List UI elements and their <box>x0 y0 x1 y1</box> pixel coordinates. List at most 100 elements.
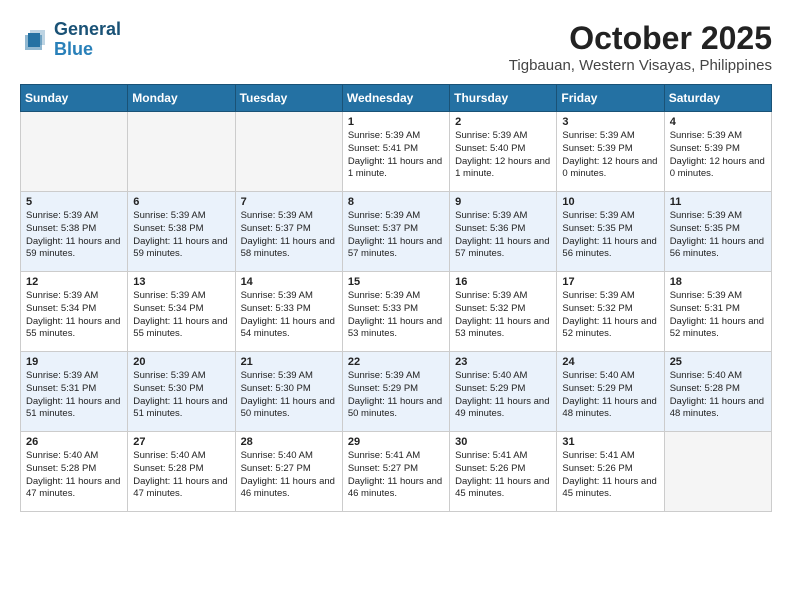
day-number: 10 <box>562 196 658 208</box>
calendar-week-3: 12 Sunrise: 5:39 AMSunset: 5:34 PMDayligh… <box>21 272 772 352</box>
calendar-cell <box>21 112 128 192</box>
calendar-cell: 2 Sunrise: 5:39 AMSunset: 5:40 PMDaylight… <box>450 112 557 192</box>
header-sunday: Sunday <box>21 85 128 112</box>
day-number: 26 <box>26 436 122 448</box>
day-number: 31 <box>562 436 658 448</box>
day-number: 5 <box>26 196 122 208</box>
day-number: 22 <box>348 356 444 368</box>
day-info: Sunrise: 5:39 AMSunset: 5:30 PMDaylight:… <box>133 370 229 421</box>
calendar-week-2: 5 Sunrise: 5:39 AMSunset: 5:38 PMDaylight… <box>21 192 772 272</box>
day-info: Sunrise: 5:39 AMSunset: 5:40 PMDaylight:… <box>455 130 551 181</box>
calendar-cell: 15 Sunrise: 5:39 AMSunset: 5:33 PMDayligh… <box>342 272 449 352</box>
calendar-cell: 12 Sunrise: 5:39 AMSunset: 5:34 PMDayligh… <box>21 272 128 352</box>
day-number: 20 <box>133 356 229 368</box>
calendar-cell: 22 Sunrise: 5:39 AMSunset: 5:29 PMDayligh… <box>342 352 449 432</box>
day-number: 16 <box>455 276 551 288</box>
calendar-cell: 13 Sunrise: 5:39 AMSunset: 5:34 PMDayligh… <box>128 272 235 352</box>
day-info: Sunrise: 5:41 AMSunset: 5:26 PMDaylight:… <box>455 450 551 501</box>
day-info: Sunrise: 5:39 AMSunset: 5:29 PMDaylight:… <box>348 370 444 421</box>
day-number: 7 <box>241 196 337 208</box>
logo-text: General Blue <box>54 20 121 60</box>
day-info: Sunrise: 5:39 AMSunset: 5:30 PMDaylight:… <box>241 370 337 421</box>
day-info: Sunrise: 5:39 AMSunset: 5:33 PMDaylight:… <box>241 290 337 341</box>
day-number: 21 <box>241 356 337 368</box>
day-info: Sunrise: 5:39 AMSunset: 5:38 PMDaylight:… <box>26 210 122 261</box>
calendar-cell: 30 Sunrise: 5:41 AMSunset: 5:26 PMDayligh… <box>450 432 557 512</box>
day-number: 17 <box>562 276 658 288</box>
calendar-cell: 5 Sunrise: 5:39 AMSunset: 5:38 PMDaylight… <box>21 192 128 272</box>
day-info: Sunrise: 5:39 AMSunset: 5:39 PMDaylight:… <box>670 130 766 181</box>
day-number: 30 <box>455 436 551 448</box>
logo-icon <box>20 25 50 55</box>
calendar-cell: 3Sunrise: 5:39 AMSunset: 5:39 PMDaylight… <box>557 112 664 192</box>
calendar-cell: 21 Sunrise: 5:39 AMSunset: 5:30 PMDayligh… <box>235 352 342 432</box>
day-info: Sunrise: 5:41 AMSunset: 5:27 PMDaylight:… <box>348 450 444 501</box>
day-number: 14 <box>241 276 337 288</box>
calendar-table: SundayMondayTuesdayWednesdayThursdayFrid… <box>20 84 772 512</box>
calendar-cell: 18Sunrise: 5:39 AMSunset: 5:31 PMDayligh… <box>664 272 771 352</box>
day-info: Sunrise: 5:39 AMSunset: 5:31 PMDaylight:… <box>670 290 766 341</box>
title-section: October 2025 Tigbauan, Western Visayas, … <box>509 20 772 74</box>
calendar-cell: 20 Sunrise: 5:39 AMSunset: 5:30 PMDayligh… <box>128 352 235 432</box>
calendar-cell <box>128 112 235 192</box>
calendar-cell: 10 Sunrise: 5:39 AMSunset: 5:35 PMDayligh… <box>557 192 664 272</box>
calendar-cell: 6 Sunrise: 5:39 AMSunset: 5:38 PMDaylight… <box>128 192 235 272</box>
header-friday: Friday <box>557 85 664 112</box>
month-title: October 2025 <box>509 20 772 57</box>
day-number: 13 <box>133 276 229 288</box>
day-number: 23 <box>455 356 551 368</box>
calendar-cell: 23 Sunrise: 5:40 AMSunset: 5:29 PMDayligh… <box>450 352 557 432</box>
header-saturday: Saturday <box>664 85 771 112</box>
day-info: Sunrise: 5:40 AMSunset: 5:29 PMDaylight:… <box>455 370 551 421</box>
day-info: Sunrise: 5:40 AMSunset: 5:28 PMDaylight:… <box>670 370 766 421</box>
day-info: Sunrise: 5:39 AMSunset: 5:38 PMDaylight:… <box>133 210 229 261</box>
day-info: Sunrise: 5:39 AMSunset: 5:35 PMDaylight:… <box>562 210 658 261</box>
day-number: 19 <box>26 356 122 368</box>
day-number: 29 <box>348 436 444 448</box>
day-info: Sunrise: 5:39 AMSunset: 5:37 PMDaylight:… <box>348 210 444 261</box>
calendar-cell: 7 Sunrise: 5:39 AMSunset: 5:37 PMDaylight… <box>235 192 342 272</box>
day-info: Sunrise: 5:39 AMSunset: 5:33 PMDaylight:… <box>348 290 444 341</box>
calendar-cell: 24Sunrise: 5:40 AMSunset: 5:29 PMDayligh… <box>557 352 664 432</box>
day-number: 25 <box>670 356 766 368</box>
calendar-cell: 14 Sunrise: 5:39 AMSunset: 5:33 PMDayligh… <box>235 272 342 352</box>
calendar-cell: 8 Sunrise: 5:39 AMSunset: 5:37 PMDaylight… <box>342 192 449 272</box>
day-info: Sunrise: 5:41 AMSunset: 5:26 PMDaylight:… <box>562 450 658 501</box>
day-number: 15 <box>348 276 444 288</box>
logo: General Blue <box>20 20 121 60</box>
day-info: Sunrise: 5:40 AMSunset: 5:28 PMDaylight:… <box>26 450 122 501</box>
day-number: 11 <box>670 196 766 208</box>
calendar-week-5: 26 Sunrise: 5:40 AMSunset: 5:28 PMDayligh… <box>21 432 772 512</box>
calendar-cell: 27 Sunrise: 5:40 AMSunset: 5:28 PMDayligh… <box>128 432 235 512</box>
day-info: Sunrise: 5:39 AMSunset: 5:37 PMDaylight:… <box>241 210 337 261</box>
day-number: 8 <box>348 196 444 208</box>
calendar-cell: 25 Sunrise: 5:40 AMSunset: 5:28 PMDayligh… <box>664 352 771 432</box>
day-info: Sunrise: 5:39 AMSunset: 5:36 PMDaylight:… <box>455 210 551 261</box>
day-info: Sunrise: 5:39 AMSunset: 5:34 PMDaylight:… <box>133 290 229 341</box>
calendar-week-4: 19Sunrise: 5:39 AMSunset: 5:31 PMDayligh… <box>21 352 772 432</box>
day-info: Sunrise: 5:39 AMSunset: 5:34 PMDaylight:… <box>26 290 122 341</box>
calendar-cell: 26 Sunrise: 5:40 AMSunset: 5:28 PMDayligh… <box>21 432 128 512</box>
day-number: 4 <box>670 116 766 128</box>
day-info: Sunrise: 5:39 AMSunset: 5:35 PMDaylight:… <box>670 210 766 261</box>
day-info: Sunrise: 5:39 AMSunset: 5:41 PMDaylight:… <box>348 130 444 181</box>
header-tuesday: Tuesday <box>235 85 342 112</box>
day-info: Sunrise: 5:40 AMSunset: 5:27 PMDaylight:… <box>241 450 337 501</box>
calendar-cell <box>664 432 771 512</box>
day-number: 3 <box>562 116 658 128</box>
calendar-week-1: 1 Sunrise: 5:39 AMSunset: 5:41 PMDaylight… <box>21 112 772 192</box>
calendar-cell: 17Sunrise: 5:39 AMSunset: 5:32 PMDayligh… <box>557 272 664 352</box>
calendar-cell: 19Sunrise: 5:39 AMSunset: 5:31 PMDayligh… <box>21 352 128 432</box>
day-number: 1 <box>348 116 444 128</box>
calendar-cell: 29 Sunrise: 5:41 AMSunset: 5:27 PMDayligh… <box>342 432 449 512</box>
day-number: 12 <box>26 276 122 288</box>
day-info: Sunrise: 5:40 AMSunset: 5:28 PMDaylight:… <box>133 450 229 501</box>
header-thursday: Thursday <box>450 85 557 112</box>
header-monday: Monday <box>128 85 235 112</box>
calendar-cell: 31 Sunrise: 5:41 AMSunset: 5:26 PMDayligh… <box>557 432 664 512</box>
header-wednesday: Wednesday <box>342 85 449 112</box>
day-number: 27 <box>133 436 229 448</box>
day-number: 2 <box>455 116 551 128</box>
calendar-cell <box>235 112 342 192</box>
day-number: 6 <box>133 196 229 208</box>
